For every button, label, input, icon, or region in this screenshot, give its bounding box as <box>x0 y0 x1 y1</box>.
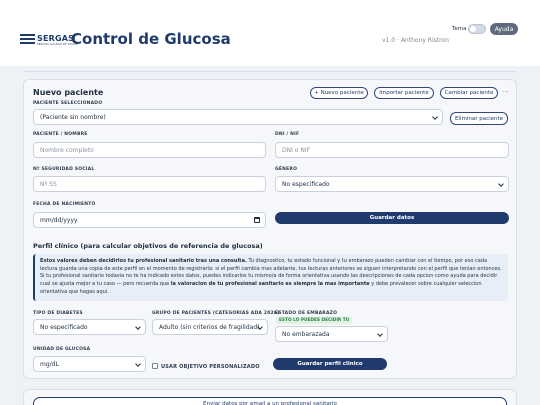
app-header: SERGAS SERVIZO GALEGO DE SAÚDE Control d… <box>0 0 540 66</box>
version-text: v1.0 · Anthony Ristron <box>382 37 449 44</box>
dob-label: FECHA DE NACIMIENTO <box>33 202 96 207</box>
pregnancy-value: No embarazada <box>282 330 330 338</box>
info-bold-2: la valoracion de tu profesional sanitari… <box>170 281 370 288</box>
chevron-down-icon <box>432 114 438 120</box>
diabetes-type-label: TIPO DE DIABETES <box>33 311 83 316</box>
chevron-down-icon <box>135 361 141 367</box>
selected-patient-value: (Paciente sin nombre) <box>40 113 106 121</box>
pregnancy-label: ESTADO DE EMBARAZO <box>275 311 338 316</box>
patient-section-title: Nuevo paciente <box>33 88 104 97</box>
chevron-down-icon <box>498 181 504 187</box>
chevron-down-icon <box>135 324 141 330</box>
calendar-icon[interactable] <box>254 217 260 223</box>
gender-select[interactable]: No especificado <box>275 176 509 192</box>
pregnancy-badge: ESTO LO PUEDES DECIDIR TU <box>276 317 353 324</box>
save-profile-button[interactable]: Guardar perfil clinico <box>273 358 387 370</box>
import-patient-button[interactable]: Importar paciente <box>374 87 434 99</box>
name-input[interactable]: Nombre completo <box>33 142 266 158</box>
theme-label: Tema <box>452 26 467 32</box>
dob-input[interactable]: mm/dd/yyyy <box>33 212 266 228</box>
selected-patient-select[interactable]: (Paciente sin nombre) <box>33 109 443 125</box>
diabetes-type-select[interactable]: No especificado <box>33 319 146 335</box>
nss-label: Nº SEGURIDAD SOCIAL <box>33 167 95 172</box>
patient-group-label: GRUPO DE PACIENTES (CATEGORIAS ADA 2026) <box>152 311 280 316</box>
dni-input[interactable]: DNI o NIF <box>275 142 509 158</box>
gender-value: No especificado <box>282 180 330 188</box>
dni-label: DNI / NIF <box>275 132 300 137</box>
custom-objective-label: USAR OBJETIVO PERSONALIZADO <box>161 364 260 370</box>
glucose-unit-value: mg/dL <box>40 360 59 368</box>
diabetes-type-value: No especificado <box>40 323 88 331</box>
page-title: Control de Glucosa <box>71 30 231 48</box>
gender-label: GÉNERO <box>275 167 298 172</box>
nss-input[interactable]: Nº SS <box>33 176 266 192</box>
change-patient-button[interactable]: Cambiar paciente <box>440 87 498 99</box>
chevron-down-icon <box>377 331 383 337</box>
new-patient-button[interactable]: + Nuevo paciente <box>310 87 368 99</box>
sergas-logo: SERGAS SERVIZO GALEGO DE SAÚDE <box>20 33 78 47</box>
glucose-unit-label: UNIDAD DE GLUCOSA <box>33 347 91 352</box>
theme-toggle[interactable] <box>468 24 486 34</box>
save-data-button[interactable]: Guardar datos <box>275 212 509 224</box>
help-button[interactable]: Ayuda <box>490 23 518 35</box>
clinical-info-box: Estos valores deben decidirlos tu profes… <box>33 254 508 301</box>
dob-value: mm/dd/yyyy <box>40 216 78 224</box>
name-label: PACIENTE / NOMBRE <box>33 132 88 137</box>
glucose-unit-select[interactable]: mg/dL <box>33 356 146 372</box>
more-options-icon[interactable]: ··· <box>502 88 509 96</box>
info-bold-1: Estos valores deben decidirlos tu profes… <box>40 258 247 264</box>
clinical-section-title: Perfil clínico (para calcular objetivos … <box>33 242 263 250</box>
patient-group-value: Adulto (sin criterios de fragilidad) <box>159 323 260 331</box>
delete-patient-button[interactable]: Eliminar paciente <box>450 112 508 125</box>
custom-objective-checkbox[interactable] <box>152 363 158 369</box>
pregnancy-select[interactable]: No embarazada <box>275 326 388 342</box>
selected-patient-label: PACIENTE SELECCIONADO <box>33 101 103 106</box>
patient-group-select[interactable]: Adulto (sin criterios de fragilidad) <box>152 319 268 335</box>
send-email-button[interactable]: Enviar datos por email a un profesional … <box>33 397 507 405</box>
sergas-logo-icon <box>20 33 35 47</box>
header-divider <box>23 71 517 72</box>
